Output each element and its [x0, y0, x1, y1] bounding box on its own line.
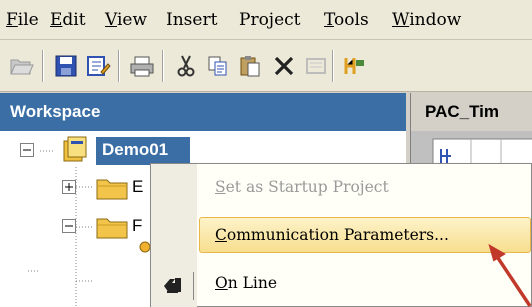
menu-window[interactable]: Window: [392, 10, 461, 30]
copy-icon[interactable]: [204, 52, 232, 80]
menu-bar: File Edit View Insert Project Tools Wind…: [0, 0, 532, 40]
menu-item-set-startup: Set as Startup Project: [215, 178, 389, 196]
folder-open-icon: [96, 218, 128, 239]
menu-separator: [193, 272, 194, 300]
toolbar-separator: [162, 50, 164, 82]
toolbar-separator: [332, 50, 334, 82]
collapse-toggle-icon[interactable]: [62, 219, 78, 235]
workspace-title: Workspace: [0, 93, 406, 131]
menu-tools[interactable]: Tools: [324, 10, 369, 30]
tree-item-folder-2[interactable]: F: [132, 216, 142, 236]
annotation-arrow-icon: [488, 243, 532, 307]
toolbar: [0, 40, 532, 92]
edit-icon[interactable]: [84, 52, 112, 80]
toolbar-separator: [42, 50, 44, 82]
delete-icon[interactable]: [270, 52, 298, 80]
tree-item-project[interactable]: Demo01: [96, 137, 190, 165]
paste-icon[interactable]: [236, 52, 264, 80]
context-menu: Set as Startup Project Communication Par…: [150, 163, 532, 307]
editor-tab-title[interactable]: PAC_Tim: [410, 93, 532, 131]
toolbar-separator: [118, 50, 120, 82]
menu-insert[interactable]: Insert: [166, 10, 217, 30]
project-icon: [63, 136, 87, 162]
open-icon[interactable]: [8, 52, 36, 80]
tree-item-folder-1[interactable]: E: [132, 177, 143, 197]
save-icon[interactable]: [52, 52, 80, 80]
build-icon[interactable]: [340, 52, 368, 80]
online-icon: [164, 278, 181, 293]
menu-item-communication-parameters[interactable]: Communication Parameters...: [215, 226, 449, 244]
expand-toggle-icon[interactable]: [62, 180, 78, 196]
cut-icon[interactable]: [172, 52, 200, 80]
menu-project[interactable]: Project: [239, 10, 300, 30]
menu-view[interactable]: View: [105, 10, 147, 30]
disabled-icon: [302, 52, 330, 80]
print-icon[interactable]: [128, 52, 156, 80]
folder-icon: [96, 179, 128, 200]
collapse-toggle-icon[interactable]: [20, 143, 36, 159]
menu-item-online[interactable]: On Line: [215, 274, 277, 292]
menu-file[interactable]: File: [6, 10, 39, 30]
menu-edit[interactable]: Edit: [50, 10, 86, 30]
